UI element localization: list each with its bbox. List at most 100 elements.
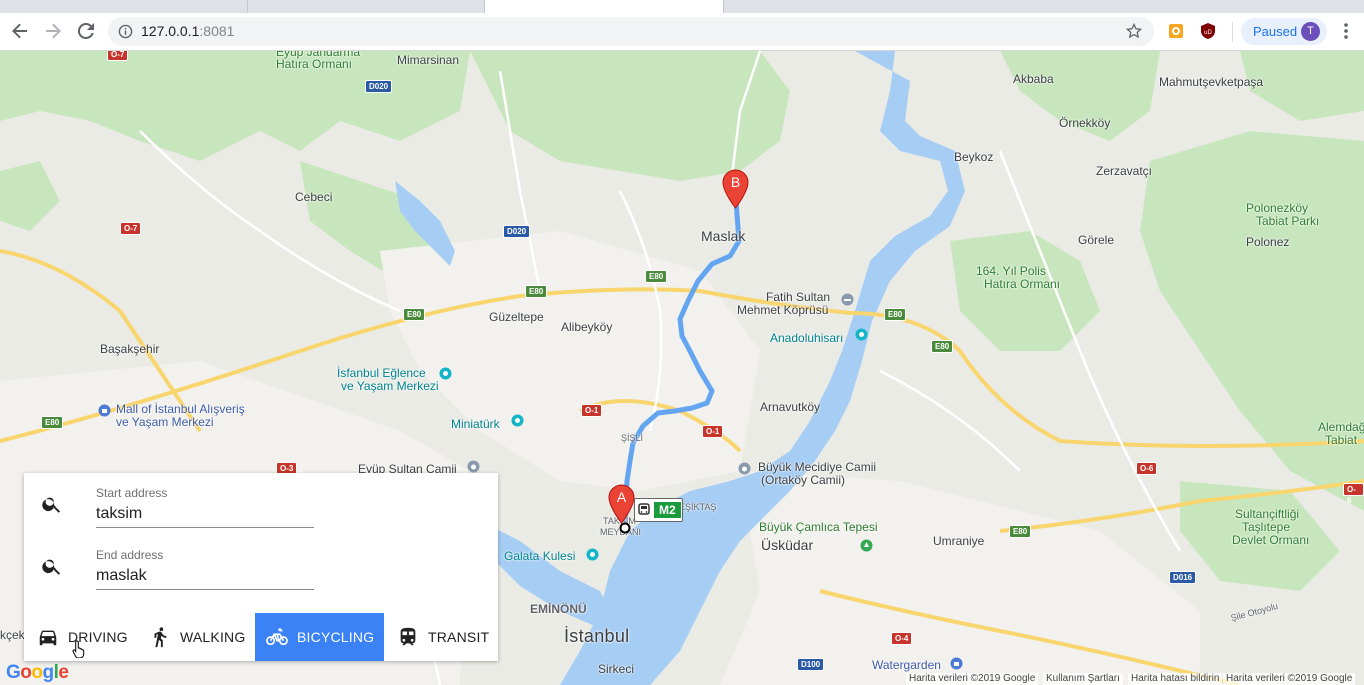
forward-button[interactable]: [41, 19, 65, 43]
map-label: Maslak: [701, 228, 746, 244]
toolbar-separator: [1232, 22, 1233, 42]
map-label: Akbaba: [1013, 72, 1054, 86]
end-address-input[interactable]: [96, 565, 314, 590]
map-label: ŞİŞLİ: [621, 433, 644, 443]
tab-active[interactable]: [485, 0, 724, 13]
url-port: :8081: [199, 23, 235, 39]
map-label: Tabiat: [1325, 433, 1358, 447]
park-icon[interactable]: [860, 539, 873, 557]
map-data-attribution: Harita verileri ©2019 Google: [906, 673, 1039, 685]
road-shield: D020: [503, 225, 531, 238]
bookmark-star-icon[interactable]: [1125, 22, 1143, 44]
map-label: İsfanbul Eğlence: [337, 366, 426, 380]
search-icon: [41, 555, 63, 582]
google-logo[interactable]: Google: [6, 662, 69, 684]
map-label: Anadoluhisarı: [770, 331, 844, 345]
road-shield: E80: [645, 270, 668, 283]
terms-link[interactable]: Kullanım Şartları: [1043, 673, 1123, 685]
road-shield: E80: [41, 416, 64, 429]
map-label: Örnekköy: [1059, 116, 1111, 130]
mode-bicycling-button[interactable]: BICYCLING: [255, 613, 384, 661]
road-shield: O-6: [1343, 483, 1364, 505]
attraction-icon[interactable]: [511, 414, 524, 432]
marker-b[interactable]: B: [722, 169, 749, 214]
map-label: Mall of İstanbul Alışveriş: [116, 402, 245, 416]
attraction-icon[interactable]: [855, 328, 868, 346]
svg-text:uD: uD: [1204, 30, 1212, 36]
road-shield: O-1: [702, 425, 724, 438]
avatar: T: [1301, 22, 1320, 41]
map-label: Devlet Ormanı: [1232, 533, 1310, 547]
map-label: Watergarden: [872, 658, 941, 672]
extension-icon-1[interactable]: [1167, 22, 1185, 40]
hand-cursor-icon: [72, 640, 88, 663]
mode-bicycling-label: BICYCLING: [297, 629, 375, 645]
start-address-field: Start address: [24, 473, 498, 531]
mosque-icon[interactable]: [738, 462, 751, 480]
map-label: Mehmet Köprüsü: [737, 303, 829, 317]
road-shield: E80: [403, 308, 426, 321]
mode-walking-button[interactable]: WALKING: [140, 613, 255, 661]
map-label: (Ortaköy Camii): [761, 473, 846, 487]
map-label: Miniatürk: [451, 417, 500, 431]
map-label: Mimarsinan: [397, 53, 460, 67]
attraction-icon[interactable]: [439, 367, 452, 385]
marker-a-label: A: [617, 489, 627, 505]
map-label: Büyük Mecidiye Camii: [758, 460, 877, 474]
marker-b-label: B: [731, 174, 740, 190]
tab-2[interactable]: [248, 0, 485, 13]
map-label: Hatıra Ormanı: [984, 277, 1061, 291]
road-shield: E80: [1009, 525, 1032, 538]
tab-1[interactable]: [52, 0, 248, 13]
map-label: Umraniye: [933, 534, 985, 548]
url-host: 127.0.0.1: [141, 23, 200, 39]
map-label: kçek: [0, 628, 25, 642]
map-label: ve Yaşam Merkezi: [116, 415, 214, 429]
map-label: Galata Kulesi: [504, 549, 576, 563]
road-shield: O-4: [891, 632, 913, 645]
back-button[interactable]: [8, 19, 32, 43]
travel-mode-bar: DRIVING WALKING BICYCLING TRANSIT: [24, 613, 498, 661]
mode-walking-label: WALKING: [180, 629, 246, 645]
map-label: Mahmutşevketpaşa: [1159, 75, 1264, 89]
map-label: Taşlıtepe: [1242, 520, 1291, 534]
road-shield: E80: [931, 340, 954, 353]
start-address-input[interactable]: [96, 503, 314, 528]
info-icon[interactable]: [118, 24, 133, 44]
walking-icon: [148, 625, 172, 649]
bridge-icon[interactable]: [841, 293, 854, 311]
report-error-link[interactable]: Harita hatası bildirin: [1128, 673, 1223, 685]
attraction-icon[interactable]: [586, 548, 599, 566]
address-bar[interactable]: 127.0.0.1:8081: [108, 17, 1154, 46]
map-label: Sultançiftliği: [1235, 507, 1300, 521]
shopping-icon[interactable]: [98, 404, 111, 422]
road-shield: D016: [1169, 571, 1197, 584]
map-label: Üsküdar: [761, 537, 814, 553]
ublock-icon[interactable]: uD: [1199, 22, 1217, 40]
more-menu-icon[interactable]: [1339, 21, 1353, 46]
road-shield: D020: [365, 80, 393, 93]
mode-transit-button[interactable]: TRANSIT: [384, 613, 498, 661]
map-label: İstanbul: [564, 626, 630, 646]
map-label: Başakşehir: [100, 342, 160, 356]
map-data-attribution-2: Harita verileri ©2019 Google: [1223, 673, 1356, 685]
road-shield: O-1: [581, 404, 603, 417]
road-shield: D100: [797, 658, 825, 671]
reload-icon: [77, 22, 94, 39]
road-shield: E80: [525, 285, 548, 298]
map-label: Tabiat Parkı: [1256, 214, 1320, 228]
transit-station-badge[interactable]: M2: [634, 498, 683, 522]
metro-icon: [636, 502, 652, 518]
map-label: Alemdağ: [1318, 420, 1364, 434]
profile-button[interactable]: Paused T: [1241, 18, 1327, 45]
route-start-dot: [619, 521, 631, 539]
map-label: EMİNÖNÜ: [530, 602, 587, 616]
reload-button[interactable]: [74, 19, 98, 43]
bicycle-icon: [265, 625, 289, 649]
search-icon: [41, 493, 63, 520]
map-label: Zerzavatçı: [1096, 164, 1153, 178]
map-label: Cebeci: [295, 190, 333, 204]
train-icon: [396, 625, 420, 649]
map-label: Polonezköy: [1246, 201, 1309, 215]
tab-4[interactable]: [724, 0, 824, 13]
